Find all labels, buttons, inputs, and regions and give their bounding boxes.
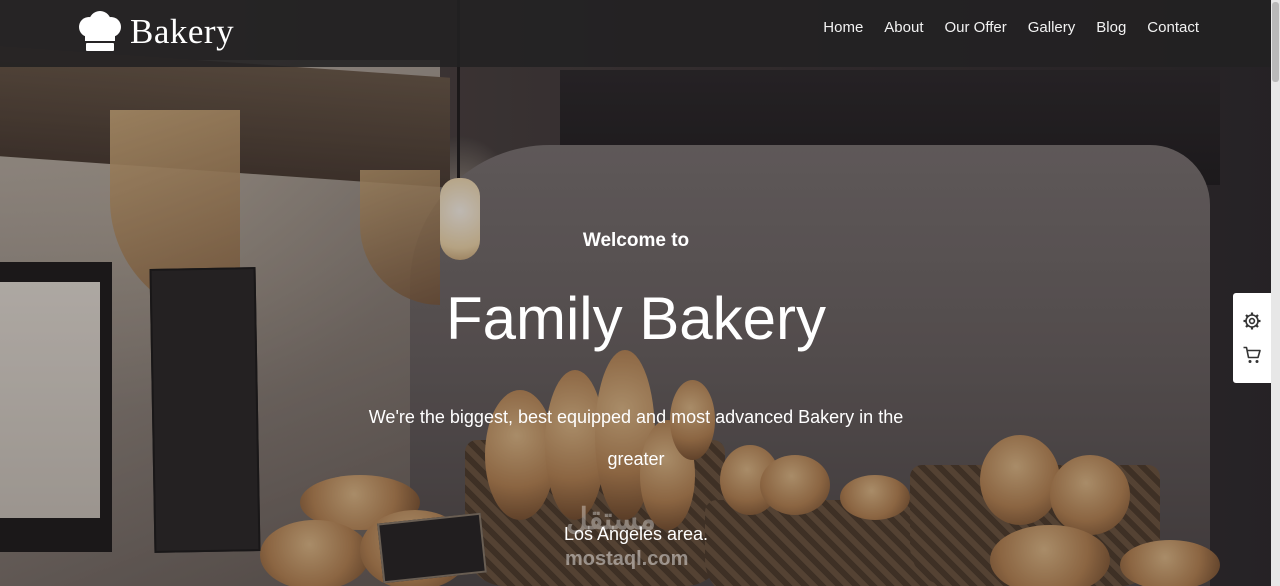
header-bar: Bakery Home About Our Offer Gallery Blog… — [0, 0, 1280, 67]
nav-home[interactable]: Home — [823, 19, 863, 36]
scrollbar[interactable] — [1271, 0, 1280, 586]
main-nav: Home About Our Offer Gallery Blog Contac… — [823, 19, 1199, 36]
nav-gallery[interactable]: Gallery — [1028, 19, 1076, 36]
gear-icon[interactable] — [1242, 311, 1262, 331]
scrollbar-thumb[interactable] — [1272, 2, 1279, 82]
cart-icon[interactable] — [1242, 345, 1262, 365]
nav-contact[interactable]: Contact — [1147, 19, 1199, 36]
nav-about[interactable]: About — [884, 19, 923, 36]
nav-blog[interactable]: Blog — [1096, 19, 1126, 36]
brand-name: Bakery — [130, 12, 235, 51]
nav-our-offer[interactable]: Our Offer — [945, 19, 1007, 36]
brand-logo[interactable]: Bakery — [74, 9, 234, 55]
hero-background-image — [0, 0, 1280, 586]
dark-overlay — [0, 0, 1280, 586]
chef-hat-icon — [74, 11, 124, 53]
side-widget — [1233, 293, 1271, 383]
